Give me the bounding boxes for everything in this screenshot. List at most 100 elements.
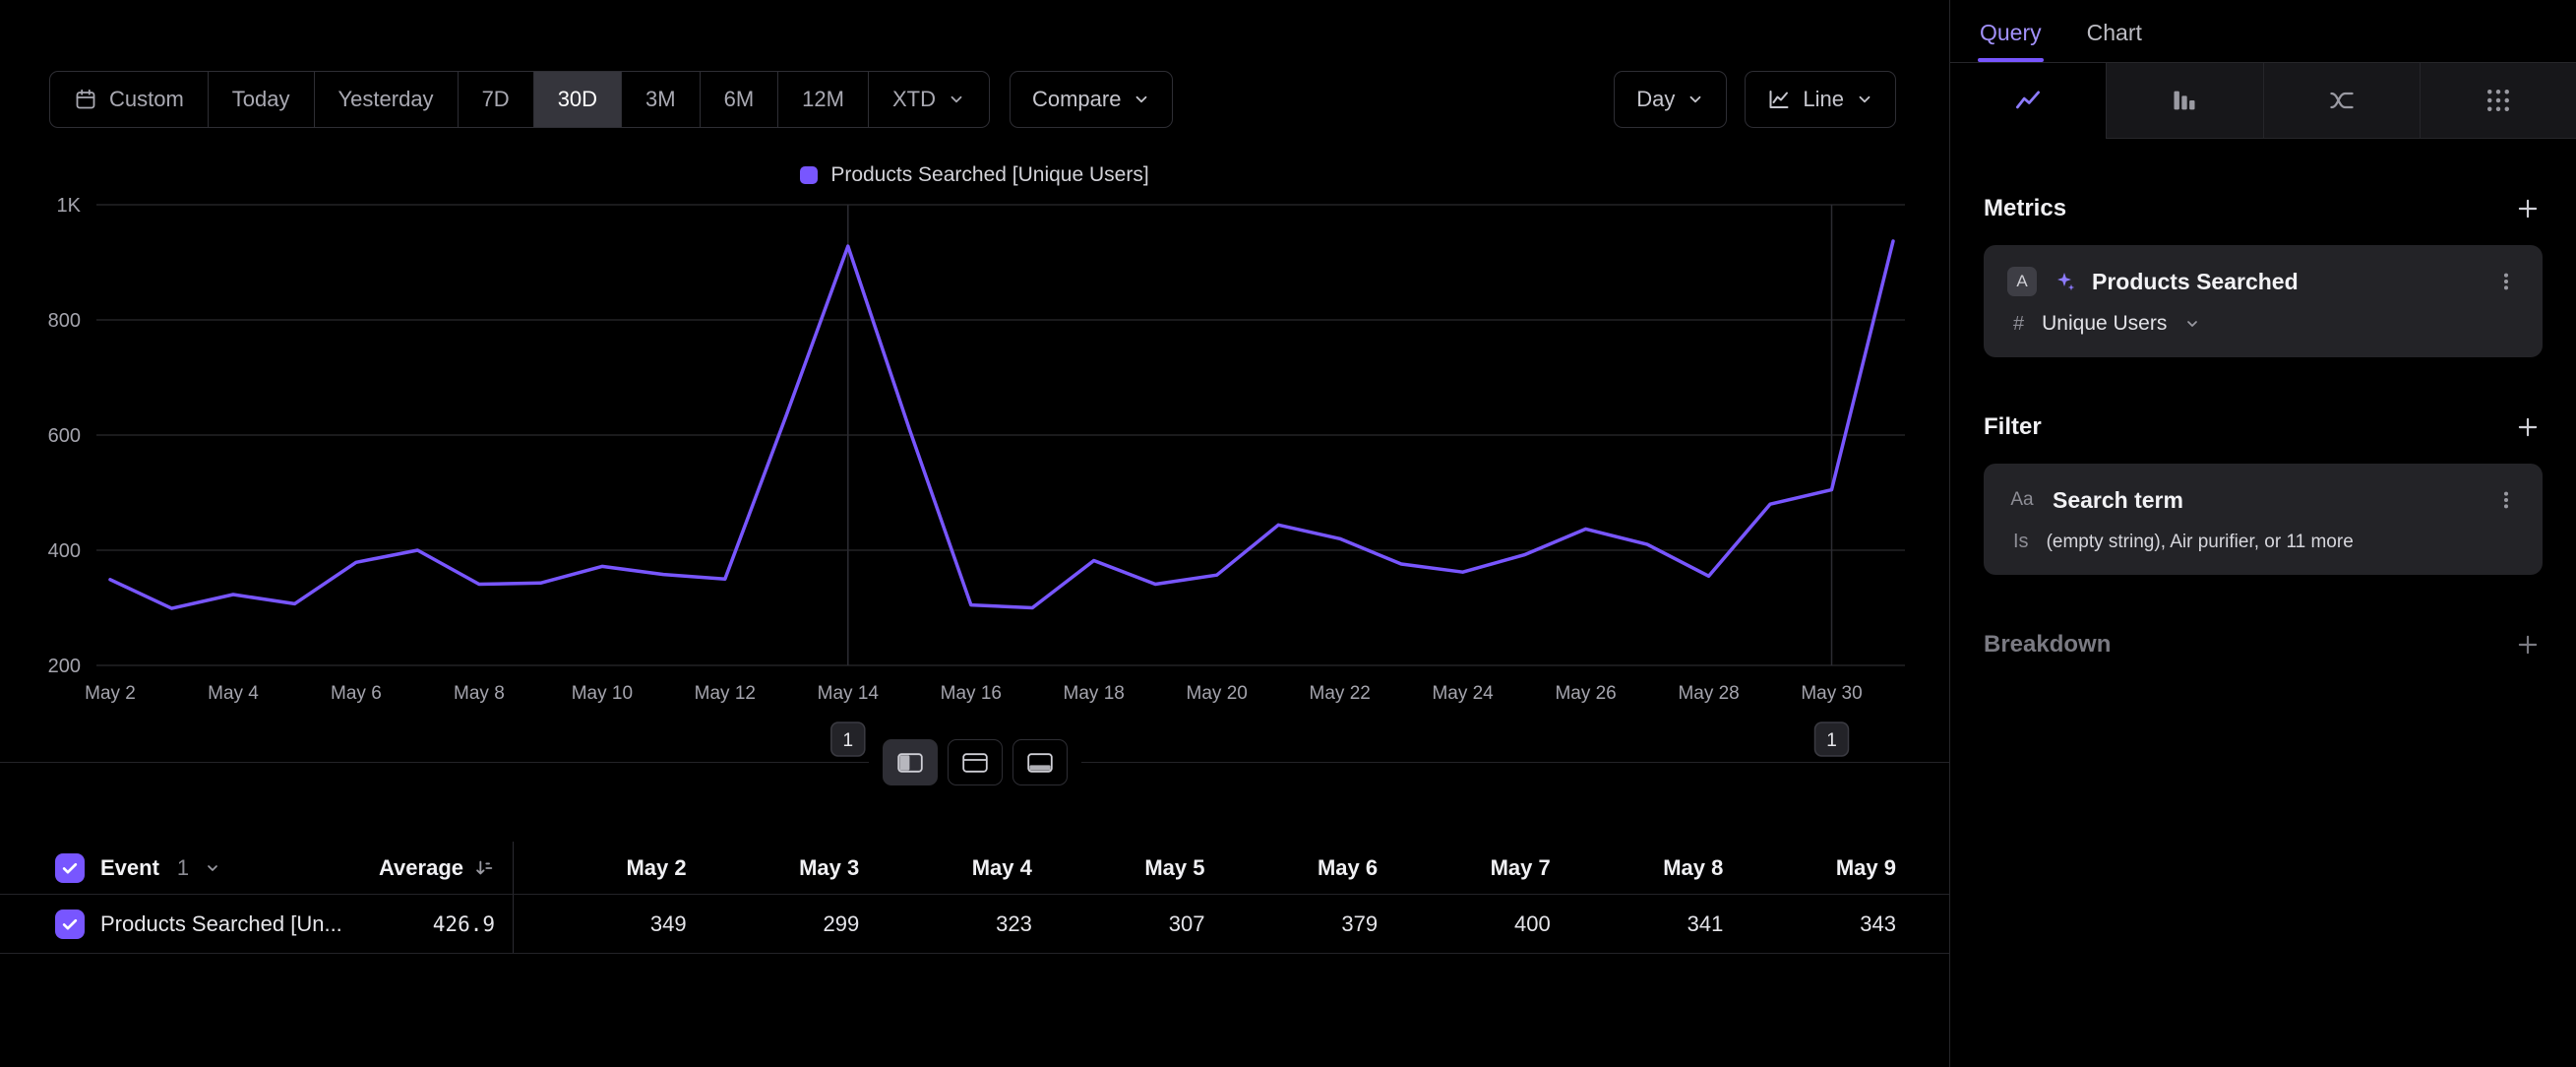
add-breakdown-button[interactable] [2513, 630, 2543, 659]
granularity-button[interactable]: Day [1614, 71, 1727, 128]
tab-insights[interactable] [1950, 63, 2106, 139]
tab-chart[interactable]: Chart [2087, 20, 2142, 62]
svg-text:May 24: May 24 [1432, 683, 1494, 704]
filter-section-header: Filter [1984, 412, 2543, 442]
report-type-tabs [1950, 62, 2576, 139]
value-cell: 349 [514, 911, 687, 937]
layout-split-icon [897, 753, 923, 773]
main-panel: Custom Today Yesterday 7D 30D 3M 6M 12M … [0, 0, 1949, 1067]
tab-retention[interactable] [2420, 63, 2576, 139]
line-chart[interactable]: 1K800600400200May 2May 4May 6May 8May 10… [28, 191, 1915, 762]
svg-text:May 16: May 16 [941, 683, 1002, 704]
range-3m-button[interactable]: 3M [621, 72, 700, 127]
custom-date-icon [74, 88, 97, 111]
series-checkbox[interactable] [55, 910, 85, 939]
svg-text:May 10: May 10 [572, 683, 633, 704]
breakdown-title: Breakdown [1984, 631, 2111, 659]
filter-type-badge: Aa [2007, 485, 2037, 515]
svg-text:800: 800 [48, 310, 81, 332]
annotation-badge[interactable]: 1 [831, 722, 865, 756]
svg-text:May 4: May 4 [208, 683, 259, 704]
metric-card[interactable]: A Products Searched # Unique Users [1984, 245, 2543, 357]
chart-type-label: Line [1803, 87, 1844, 112]
svg-text:May 8: May 8 [454, 683, 505, 704]
svg-text:1: 1 [1826, 730, 1837, 751]
tab-query-label: Query [1980, 20, 2042, 45]
event-header-cell[interactable]: Event 1 [0, 853, 358, 883]
svg-text:May 18: May 18 [1064, 683, 1125, 704]
column-header: May 8 [1551, 855, 1724, 881]
metric-menu-button[interactable] [2493, 269, 2519, 294]
filter-card[interactable]: Aa Search term Is (empty string), Air pu… [1984, 464, 2543, 575]
toolbar: Custom Today Yesterday 7D 30D 3M 6M 12M … [49, 71, 1896, 128]
range-7d-button[interactable]: 7D [458, 72, 533, 127]
breakdown-section-header: Breakdown [1984, 630, 2543, 659]
metric-aggregation-row[interactable]: # Unique Users [2007, 312, 2519, 336]
svg-text:May 6: May 6 [331, 683, 382, 704]
value-cell: 299 [687, 911, 860, 937]
layout-top-icon [962, 753, 988, 773]
layout-side-by-side-button[interactable] [883, 739, 938, 785]
svg-text:200: 200 [48, 656, 81, 677]
custom-range-label: Custom [109, 87, 184, 112]
retention-tab-icon [2484, 87, 2512, 114]
event-header-label: Event [100, 855, 159, 881]
column-header: May 2 [514, 855, 687, 881]
flows-tab-icon [2328, 87, 2356, 114]
range-12m-button[interactable]: 12M [777, 72, 868, 127]
tab-query[interactable]: Query [1980, 20, 2042, 62]
filter-menu-button[interactable] [2493, 487, 2519, 513]
metrics-section-header: Metrics [1984, 194, 2543, 223]
filter-condition-row[interactable]: Is (empty string), Air purifier, or 11 m… [2007, 531, 2519, 553]
event-count: 1 [177, 855, 189, 881]
sort-icon[interactable] [473, 857, 495, 879]
range-30d-button[interactable]: 30D [533, 72, 621, 127]
layout-bottom-icon [1027, 753, 1053, 773]
aggregation-label: Unique Users [2042, 312, 2167, 336]
series-line[interactable] [110, 241, 1893, 608]
value-cell: 343 [1723, 911, 1949, 937]
range-today-button[interactable]: Today [208, 72, 314, 127]
chevron-down-icon[interactable] [205, 860, 220, 876]
custom-range-button[interactable]: Custom [50, 72, 208, 127]
layout-table-bottom-button[interactable] [1012, 739, 1068, 785]
kebab-icon [2495, 271, 2517, 292]
column-header: May 6 [1205, 855, 1379, 881]
chart-type-button[interactable]: Line [1745, 71, 1896, 128]
tab-chart-label: Chart [2087, 20, 2142, 45]
tab-funnels[interactable] [2106, 63, 2262, 139]
table-row[interactable]: Products Searched [Un... 426.9 349299323… [0, 895, 1949, 954]
plus-icon [2515, 414, 2541, 440]
range-yesterday-button[interactable]: Yesterday [314, 72, 458, 127]
compare-button[interactable]: Compare [1010, 71, 1173, 128]
results-table: Event 1 Average May 2May 3May 4May 5May … [0, 842, 1949, 954]
y-axis-labels: 1K800600400200 [48, 195, 82, 677]
column-header: May 5 [1032, 855, 1205, 881]
chart-table-divider [0, 762, 1949, 763]
value-cell: 307 [1032, 911, 1205, 937]
chevron-down-icon [1687, 91, 1704, 108]
select-all-checkbox[interactable] [55, 853, 85, 883]
metric-letter-badge: A [2007, 267, 2037, 296]
layout-chart-top-button[interactable] [948, 739, 1003, 785]
chevron-down-icon [1856, 91, 1873, 108]
svg-text:1K: 1K [57, 195, 82, 217]
svg-text:May 14: May 14 [818, 683, 880, 704]
legend-label: Products Searched [Unique Users] [830, 163, 1148, 187]
range-xtd-button[interactable]: XTD [868, 72, 989, 127]
value-cell: 341 [1551, 911, 1724, 937]
ai-sparkle-icon [2053, 270, 2076, 293]
tab-flows[interactable] [2263, 63, 2420, 139]
funnels-tab-icon [2171, 87, 2198, 114]
range-6m-button[interactable]: 6M [700, 72, 778, 127]
svg-text:May 12: May 12 [695, 683, 756, 704]
add-metric-button[interactable] [2513, 194, 2543, 223]
chart-legend[interactable]: Products Searched [Unique Users] [0, 163, 1949, 187]
value-cell: 323 [859, 911, 1032, 937]
chart-area: 1K800600400200May 2May 4May 6May 8May 10… [28, 191, 1920, 762]
add-filter-button[interactable] [2513, 412, 2543, 442]
chevron-down-icon [2184, 316, 2200, 332]
compare-label: Compare [1032, 87, 1121, 112]
average-header-cell[interactable]: Average [358, 842, 514, 894]
annotation-badge[interactable]: 1 [1815, 722, 1849, 756]
